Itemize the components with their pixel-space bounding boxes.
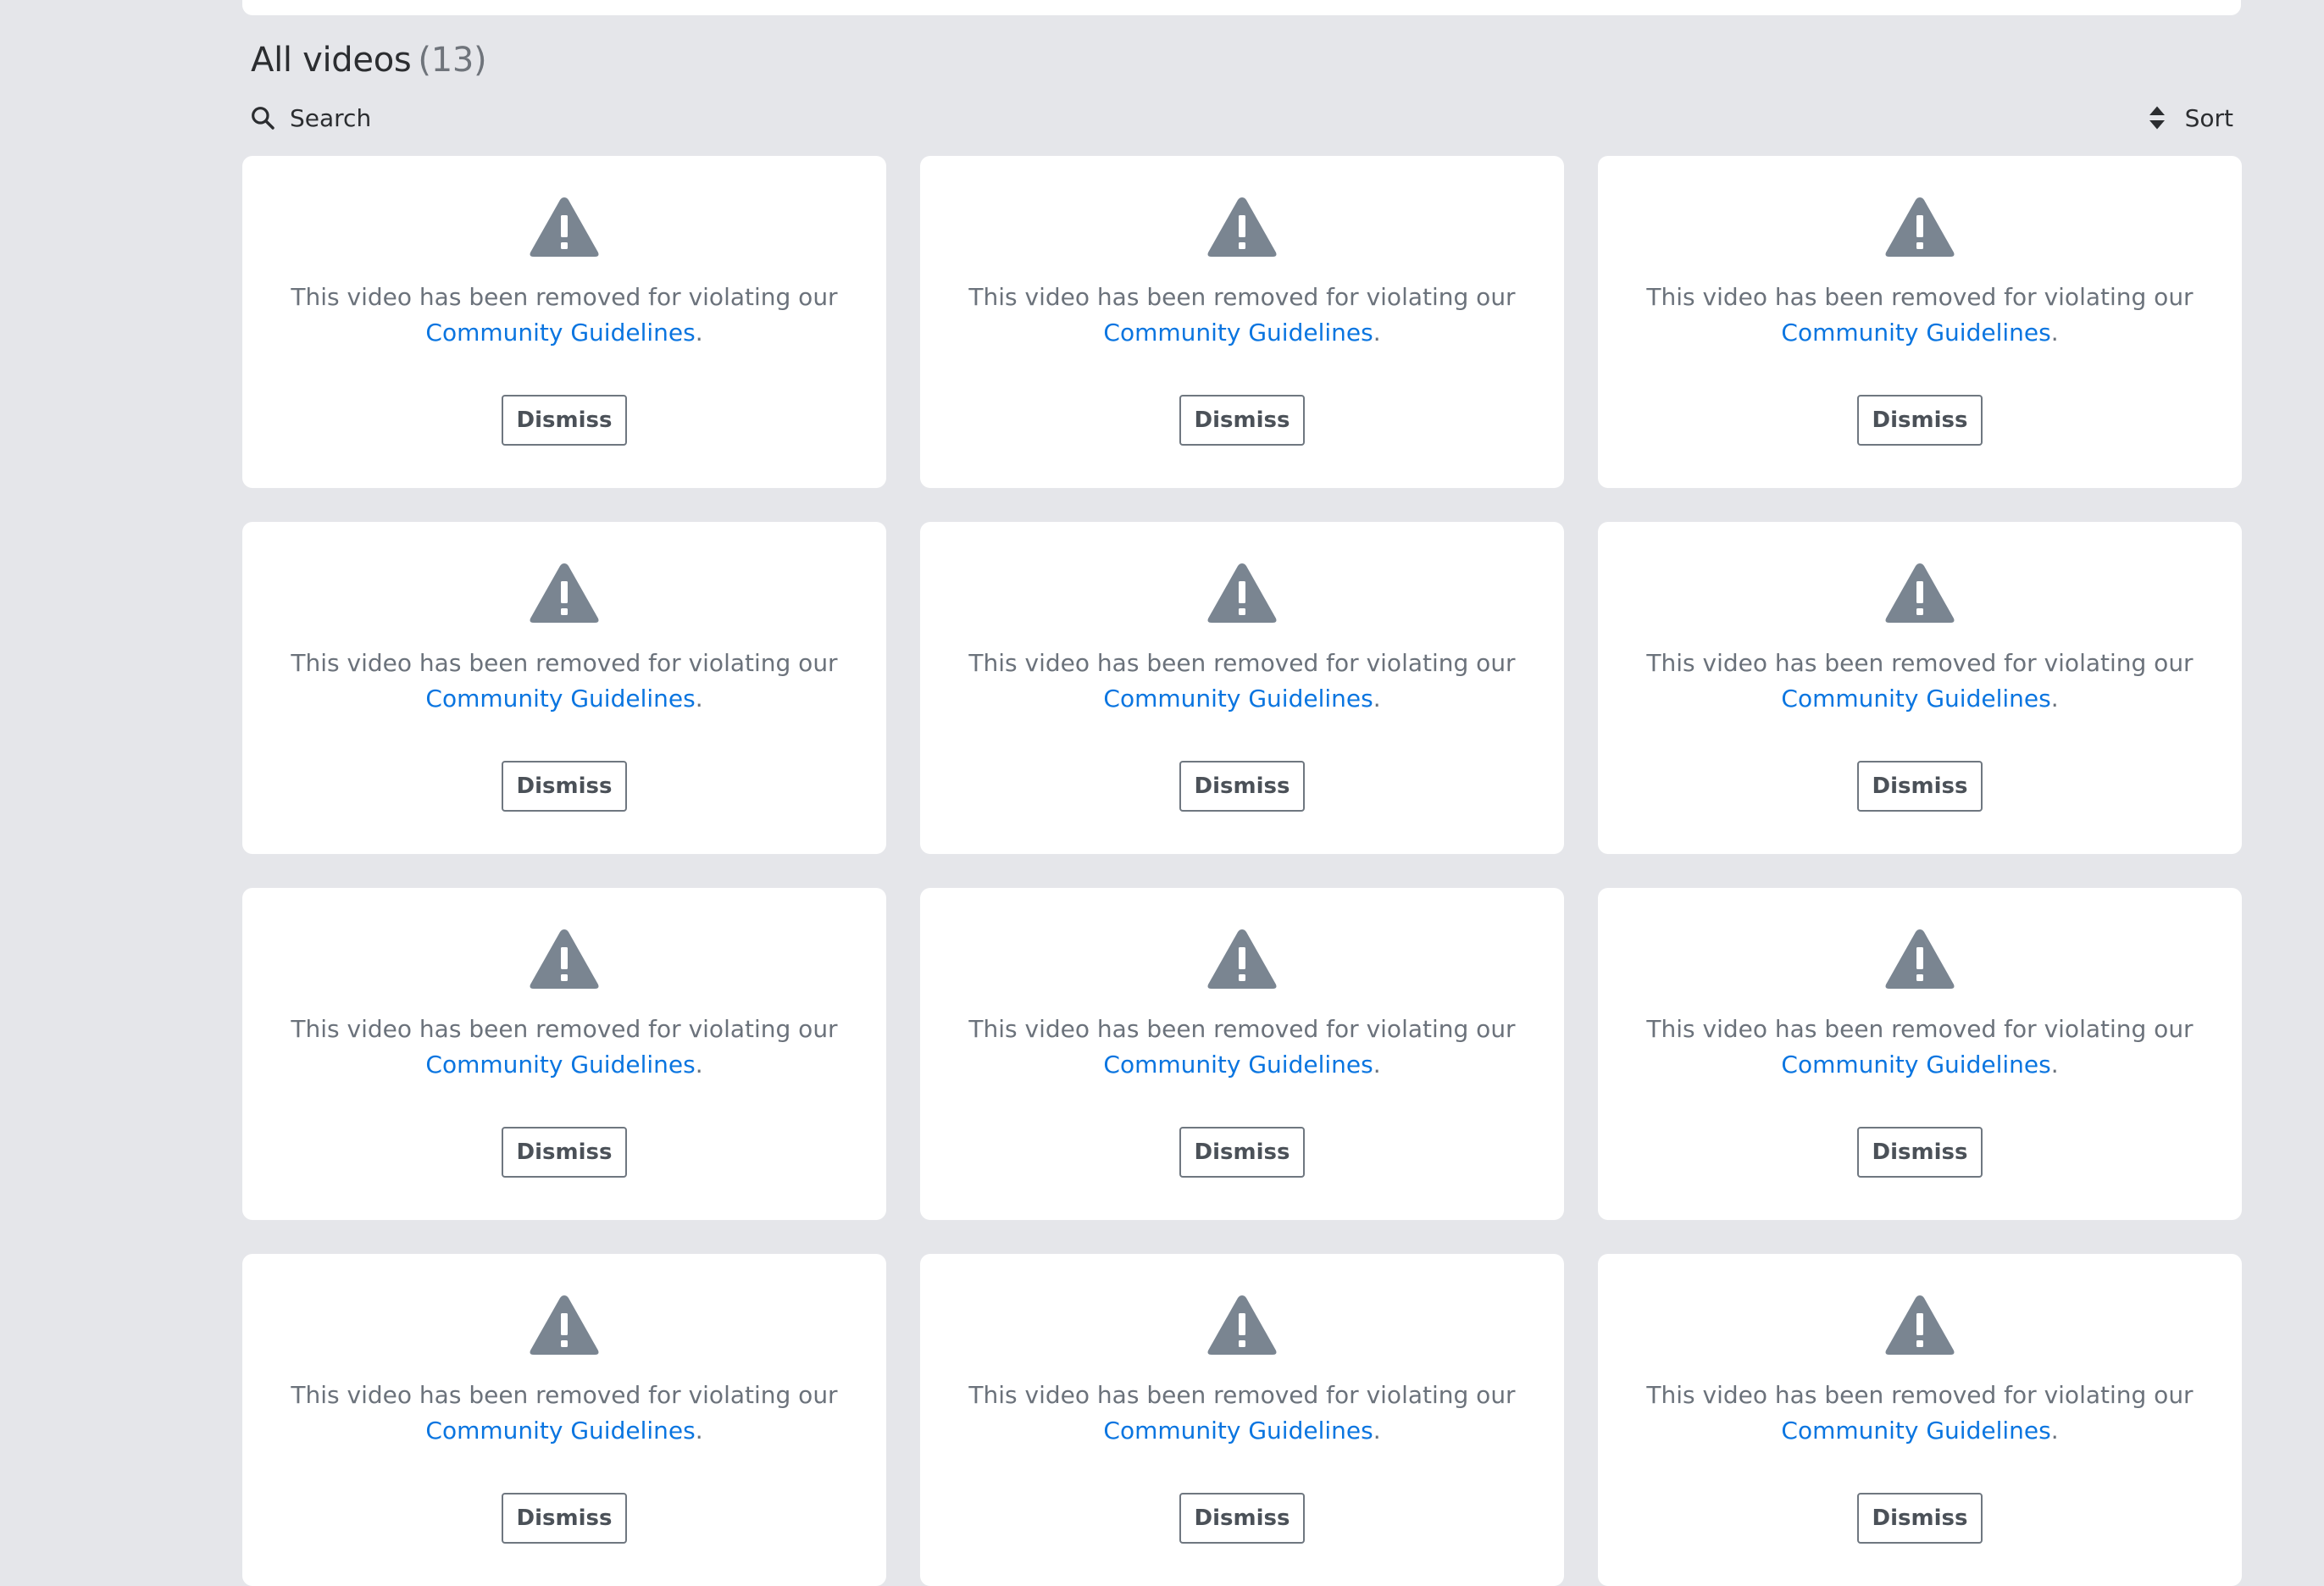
warning-icon	[1207, 1295, 1277, 1355]
warning-icon	[1207, 929, 1277, 989]
video-card: This video has been removed for violatin…	[242, 156, 886, 488]
community-guidelines-link[interactable]: Community Guidelines	[1781, 1051, 2050, 1079]
message-suffix: .	[2050, 319, 2059, 347]
removal-message: This video has been removed for violatin…	[291, 1012, 837, 1083]
removal-message-text: This video has been removed for violatin…	[968, 1381, 1516, 1409]
removal-message-text: This video has been removed for violatin…	[1646, 1381, 2194, 1409]
warning-icon	[1885, 197, 1955, 257]
video-card: This video has been removed for violatin…	[920, 522, 1564, 854]
community-guidelines-link[interactable]: Community Guidelines	[425, 319, 695, 347]
dismiss-button[interactable]: Dismiss	[1857, 1493, 1983, 1544]
community-guidelines-link[interactable]: Community Guidelines	[1103, 1051, 1373, 1079]
video-count: (13)	[418, 41, 487, 80]
message-suffix: .	[2050, 1417, 2059, 1445]
warning-icon	[530, 563, 599, 623]
video-grid: This video has been removed for violatin…	[242, 156, 2242, 1586]
video-card: This video has been removed for violatin…	[920, 1254, 1564, 1586]
message-suffix: .	[695, 685, 703, 713]
video-card: This video has been removed for violatin…	[1598, 156, 2242, 488]
sort-label: Sort	[2184, 103, 2233, 132]
removal-message-text: This video has been removed for violatin…	[968, 283, 1516, 311]
sort-button[interactable]: Sort	[2148, 100, 2233, 136]
dismiss-button[interactable]: Dismiss	[1179, 1127, 1305, 1178]
dismiss-button[interactable]: Dismiss	[502, 1127, 627, 1178]
removal-message: This video has been removed for violatin…	[968, 646, 1515, 717]
dismiss-button[interactable]: Dismiss	[502, 1493, 627, 1544]
removal-message-text: This video has been removed for violatin…	[291, 649, 838, 677]
warning-icon	[1885, 1295, 1955, 1355]
removal-message-text: This video has been removed for violatin…	[968, 649, 1516, 677]
video-card: This video has been removed for violatin…	[1598, 522, 2242, 854]
video-card: This video has been removed for violatin…	[920, 156, 1564, 488]
removal-message-text: This video has been removed for violatin…	[1646, 1015, 2194, 1043]
warning-icon	[530, 929, 599, 989]
dismiss-button[interactable]: Dismiss	[1857, 395, 1983, 446]
removal-message: This video has been removed for violatin…	[1646, 1378, 2193, 1449]
dismiss-button[interactable]: Dismiss	[1179, 1493, 1305, 1544]
removal-message: This video has been removed for violatin…	[1646, 280, 2193, 351]
warning-icon	[1207, 563, 1277, 623]
dismiss-button[interactable]: Dismiss	[1857, 1127, 1983, 1178]
warning-icon	[530, 1295, 599, 1355]
video-card: This video has been removed for violatin…	[920, 888, 1564, 1220]
message-suffix: .	[1373, 1051, 1381, 1079]
community-guidelines-link[interactable]: Community Guidelines	[425, 1051, 695, 1079]
removal-message: This video has been removed for violatin…	[968, 1378, 1515, 1449]
removal-message: This video has been removed for violatin…	[291, 646, 837, 717]
removal-message-text: This video has been removed for violatin…	[291, 1381, 838, 1409]
community-guidelines-link[interactable]: Community Guidelines	[425, 685, 695, 713]
warning-icon	[530, 197, 599, 257]
dismiss-button[interactable]: Dismiss	[502, 761, 627, 812]
search-icon	[252, 107, 275, 130]
video-card: This video has been removed for violatin…	[242, 888, 886, 1220]
warning-icon	[1885, 563, 1955, 623]
removal-message-text: This video has been removed for violatin…	[291, 1015, 838, 1043]
removal-message: This video has been removed for violatin…	[1646, 646, 2193, 717]
removal-message-text: This video has been removed for violatin…	[291, 283, 838, 311]
community-guidelines-link[interactable]: Community Guidelines	[1781, 685, 2050, 713]
video-card: This video has been removed for violatin…	[1598, 1254, 2242, 1586]
community-guidelines-link[interactable]: Community Guidelines	[1781, 1417, 2050, 1445]
video-card: This video has been removed for violatin…	[242, 522, 886, 854]
sort-icon	[2149, 106, 2165, 130]
message-suffix: .	[2050, 1051, 2059, 1079]
warning-icon	[1885, 929, 1955, 989]
removal-message-text: This video has been removed for violatin…	[1646, 649, 2194, 677]
message-suffix: .	[695, 1051, 703, 1079]
removal-message: This video has been removed for violatin…	[968, 1012, 1515, 1083]
removal-message-text: This video has been removed for violatin…	[1646, 283, 2194, 311]
message-suffix: .	[695, 319, 703, 347]
community-guidelines-link[interactable]: Community Guidelines	[1103, 1417, 1373, 1445]
removal-message: This video has been removed for violatin…	[291, 280, 837, 351]
community-guidelines-link[interactable]: Community Guidelines	[1103, 685, 1373, 713]
community-guidelines-link[interactable]: Community Guidelines	[1781, 319, 2050, 347]
dismiss-button[interactable]: Dismiss	[1179, 761, 1305, 812]
dismiss-button[interactable]: Dismiss	[502, 395, 627, 446]
warning-icon	[1207, 197, 1277, 257]
search-label: Search	[290, 103, 372, 132]
search-button[interactable]: Search	[249, 100, 371, 136]
removal-message-text: This video has been removed for violatin…	[968, 1015, 1516, 1043]
message-suffix: .	[2050, 685, 2059, 713]
video-card: This video has been removed for violatin…	[1598, 888, 2242, 1220]
community-guidelines-link[interactable]: Community Guidelines	[1103, 319, 1373, 347]
removal-message: This video has been removed for violatin…	[291, 1378, 837, 1449]
removal-message: This video has been removed for violatin…	[968, 280, 1515, 351]
top-panel	[242, 0, 2241, 15]
message-suffix: .	[1373, 685, 1381, 713]
page-title-label: All videos	[251, 41, 412, 80]
video-card: This video has been removed for violatin…	[242, 1254, 886, 1586]
removal-message: This video has been removed for violatin…	[1646, 1012, 2193, 1083]
message-suffix: .	[695, 1417, 703, 1445]
dismiss-button[interactable]: Dismiss	[1857, 761, 1983, 812]
dismiss-button[interactable]: Dismiss	[1179, 395, 1305, 446]
community-guidelines-link[interactable]: Community Guidelines	[425, 1417, 695, 1445]
page-title: All videos (13)	[251, 41, 487, 80]
message-suffix: .	[1373, 1417, 1381, 1445]
message-suffix: .	[1373, 319, 1381, 347]
